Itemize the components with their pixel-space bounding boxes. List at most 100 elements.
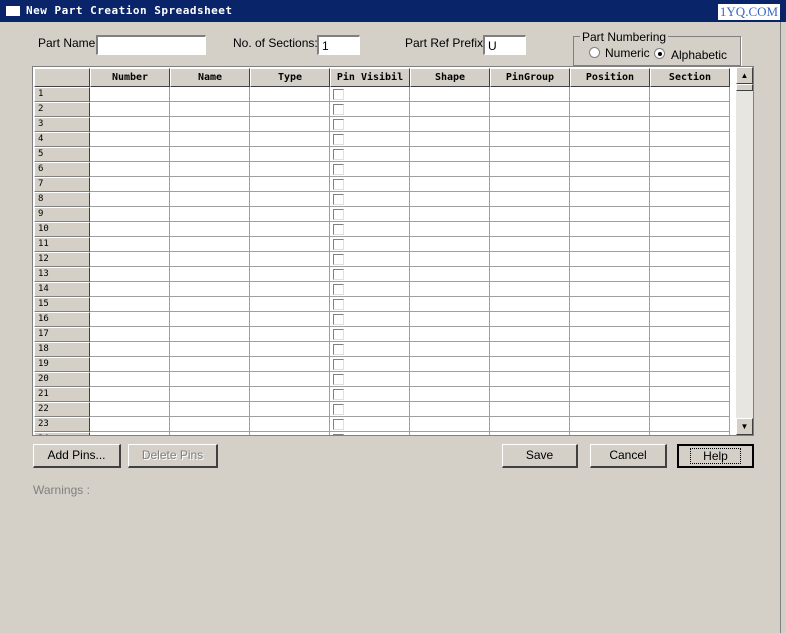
grid-cell[interactable] bbox=[250, 372, 330, 387]
grid-cell[interactable] bbox=[90, 372, 170, 387]
grid-cell[interactable] bbox=[490, 117, 570, 132]
grid-cell[interactable] bbox=[570, 147, 650, 162]
row-header[interactable]: 24 bbox=[34, 432, 90, 435]
grid-cell[interactable] bbox=[490, 342, 570, 357]
grid-cell[interactable] bbox=[410, 192, 490, 207]
grid-cell[interactable] bbox=[410, 207, 490, 222]
grid-cell[interactable] bbox=[170, 252, 250, 267]
grid-cell[interactable] bbox=[330, 327, 410, 342]
grid-cell[interactable] bbox=[490, 432, 570, 435]
save-button[interactable]: Save bbox=[502, 444, 578, 468]
pin-visible-checkbox[interactable] bbox=[333, 134, 344, 145]
grid-cell[interactable] bbox=[410, 372, 490, 387]
numeric-radio[interactable] bbox=[589, 47, 600, 58]
grid-cell[interactable] bbox=[250, 417, 330, 432]
grid-cell[interactable] bbox=[330, 87, 410, 102]
grid-cell[interactable] bbox=[170, 192, 250, 207]
grid-cell[interactable] bbox=[90, 327, 170, 342]
grid-cell[interactable] bbox=[250, 387, 330, 402]
grid-cell[interactable] bbox=[570, 222, 650, 237]
grid-cell[interactable] bbox=[490, 192, 570, 207]
grid-cell[interactable] bbox=[490, 357, 570, 372]
grid-cell[interactable] bbox=[650, 87, 730, 102]
grid-cell[interactable] bbox=[250, 432, 330, 435]
grid-cell[interactable] bbox=[90, 342, 170, 357]
grid-cell[interactable] bbox=[170, 132, 250, 147]
grid-cell[interactable] bbox=[570, 387, 650, 402]
grid-cell[interactable] bbox=[170, 102, 250, 117]
pin-visible-checkbox[interactable] bbox=[333, 389, 344, 400]
grid-cell[interactable] bbox=[650, 432, 730, 435]
grid-cell[interactable] bbox=[170, 372, 250, 387]
grid-cell[interactable] bbox=[330, 372, 410, 387]
grid-cell[interactable] bbox=[570, 327, 650, 342]
grid-cell[interactable] bbox=[330, 132, 410, 147]
grid-cell[interactable] bbox=[570, 117, 650, 132]
grid-cell[interactable] bbox=[490, 372, 570, 387]
grid-cell[interactable] bbox=[330, 387, 410, 402]
grid-cell[interactable] bbox=[490, 147, 570, 162]
grid-cell[interactable] bbox=[410, 387, 490, 402]
cancel-button[interactable]: Cancel bbox=[590, 444, 667, 468]
grid-cell[interactable] bbox=[90, 87, 170, 102]
row-header[interactable]: 10 bbox=[34, 222, 90, 237]
grid-cell[interactable] bbox=[490, 282, 570, 297]
pin-visible-checkbox[interactable] bbox=[333, 404, 344, 415]
grid-cell[interactable] bbox=[490, 177, 570, 192]
pin-visible-checkbox[interactable] bbox=[333, 209, 344, 220]
grid-cell[interactable] bbox=[90, 282, 170, 297]
grid-cell[interactable] bbox=[250, 312, 330, 327]
grid-cell[interactable] bbox=[490, 207, 570, 222]
grid-cell[interactable] bbox=[250, 267, 330, 282]
row-header[interactable]: 7 bbox=[34, 177, 90, 192]
grid-cell[interactable] bbox=[330, 117, 410, 132]
row-header[interactable]: 3 bbox=[34, 117, 90, 132]
grid-cell[interactable] bbox=[250, 342, 330, 357]
scroll-up-icon[interactable]: ▲ bbox=[736, 67, 753, 84]
grid-cell[interactable] bbox=[650, 312, 730, 327]
grid-cell[interactable] bbox=[490, 132, 570, 147]
grid-cell[interactable] bbox=[650, 132, 730, 147]
grid-cell[interactable] bbox=[90, 177, 170, 192]
grid-cell[interactable] bbox=[410, 252, 490, 267]
grid-cell[interactable] bbox=[410, 312, 490, 327]
grid-cell[interactable] bbox=[570, 372, 650, 387]
column-header-shape[interactable]: Shape bbox=[410, 68, 490, 87]
grid-cell[interactable] bbox=[90, 222, 170, 237]
grid-cell[interactable] bbox=[330, 207, 410, 222]
grid-cell[interactable] bbox=[170, 312, 250, 327]
grid-cell[interactable] bbox=[90, 117, 170, 132]
grid-cell[interactable] bbox=[650, 387, 730, 402]
delete-pins-button[interactable]: Delete Pins bbox=[128, 444, 218, 468]
grid-cell[interactable] bbox=[90, 252, 170, 267]
grid-cell[interactable] bbox=[90, 312, 170, 327]
column-header-position[interactable]: Position bbox=[570, 68, 650, 87]
grid-cell[interactable] bbox=[490, 222, 570, 237]
grid-cell[interactable] bbox=[490, 312, 570, 327]
grid-cell[interactable] bbox=[90, 132, 170, 147]
grid-cell[interactable] bbox=[170, 87, 250, 102]
help-button[interactable]: Help bbox=[677, 444, 754, 468]
pin-visible-checkbox[interactable] bbox=[333, 284, 344, 295]
grid-cell[interactable] bbox=[490, 327, 570, 342]
pin-visible-checkbox[interactable] bbox=[333, 194, 344, 205]
grid-cell[interactable] bbox=[250, 252, 330, 267]
grid-cell[interactable] bbox=[410, 117, 490, 132]
grid-cell[interactable] bbox=[250, 87, 330, 102]
grid-cell[interactable] bbox=[170, 342, 250, 357]
grid-cell[interactable] bbox=[250, 132, 330, 147]
scroll-down-icon[interactable]: ▼ bbox=[736, 418, 753, 435]
vertical-scrollbar[interactable]: ▲ ▼ bbox=[736, 67, 753, 435]
grid-cell[interactable] bbox=[250, 327, 330, 342]
grid-cell[interactable] bbox=[170, 417, 250, 432]
grid-cell[interactable] bbox=[570, 282, 650, 297]
pin-visible-checkbox[interactable] bbox=[333, 119, 344, 130]
grid-cell[interactable] bbox=[90, 147, 170, 162]
grid-cell[interactable] bbox=[250, 357, 330, 372]
grid-cell[interactable] bbox=[570, 267, 650, 282]
pin-visible-checkbox[interactable] bbox=[333, 179, 344, 190]
row-header[interactable]: 5 bbox=[34, 147, 90, 162]
column-header-section[interactable]: Section bbox=[650, 68, 730, 87]
row-header[interactable]: 13 bbox=[34, 267, 90, 282]
grid-cell[interactable] bbox=[570, 342, 650, 357]
